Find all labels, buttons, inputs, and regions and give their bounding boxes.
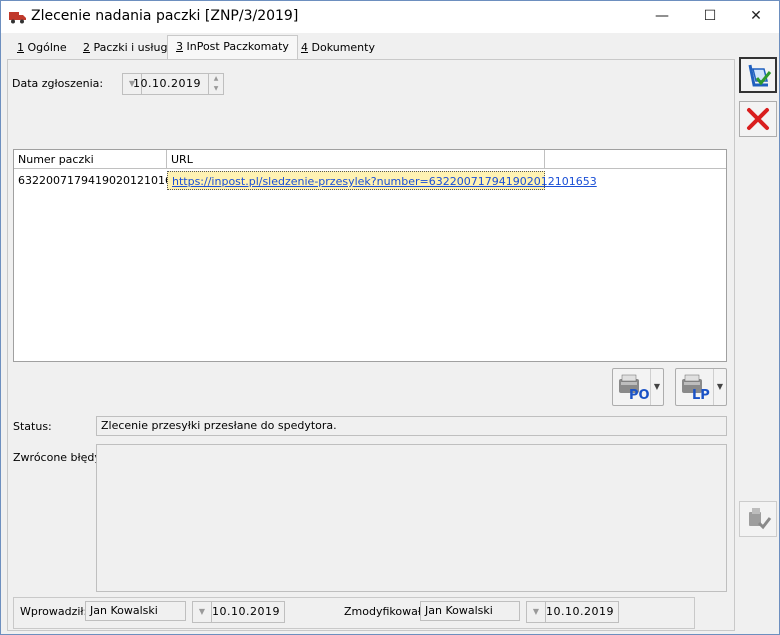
- entered-date-value: 10.10.2019: [212, 605, 280, 618]
- tab-label: Ogólne: [24, 41, 67, 54]
- errors-label: Zwrócone błędy:: [13, 451, 104, 464]
- tab-label: Dokumenty: [308, 41, 375, 54]
- errors-field[interactable]: [96, 444, 727, 592]
- minimize-button[interactable]: —: [639, 1, 685, 33]
- printer-po-icon: PO: [619, 374, 650, 401]
- save-check-icon: [748, 64, 772, 87]
- date-value: 10.10.2019: [133, 77, 201, 90]
- entered-label: Wprowadził:: [20, 605, 88, 618]
- tab-ogolne[interactable]: 1 Ogólne: [9, 37, 75, 58]
- column-header-url[interactable]: URL: [167, 150, 545, 169]
- packages-grid[interactable]: Numer paczki URL 63220071794190201210165…: [13, 149, 727, 362]
- tools-button[interactable]: [739, 501, 777, 537]
- dialog-window: Zlecenie nadania paczki [ZNP/3/2019] — ☐…: [0, 0, 780, 635]
- modified-date-value: 10.10.2019: [546, 605, 614, 618]
- printer-lp-icon: LP: [682, 374, 710, 401]
- url-link[interactable]: https://inpost.pl/sledzenie-przesylek?nu…: [172, 175, 597, 188]
- tab-dokumenty[interactable]: 4 Dokumenty: [293, 37, 383, 58]
- date-label: Data zgłoszenia:: [12, 77, 104, 90]
- cell-package-number[interactable]: 632200717941902012101653: [14, 171, 186, 190]
- maximize-button[interactable]: ☐: [687, 1, 733, 33]
- truck-icon: [9, 12, 26, 24]
- chevron-down-icon[interactable]: ▼: [713, 369, 726, 405]
- lp-label: LP: [692, 388, 710, 401]
- chevron-down-icon: ▼: [527, 602, 546, 622]
- red-x-icon: [747, 108, 769, 130]
- title-bar: Zlecenie nadania paczki [ZNP/3/2019] — ☐…: [1, 1, 779, 33]
- modified-user-field: Jan Kowalski: [420, 601, 520, 621]
- date-field[interactable]: ▼ 10.10.2019 ▲ ▼: [122, 73, 224, 95]
- tab-key: 4: [301, 41, 308, 54]
- po-print-button[interactable]: PO ▼: [612, 368, 664, 406]
- tab-key: 2: [83, 41, 90, 54]
- tab-inpost-paczkomaty[interactable]: 3 InPost Paczkomaty: [167, 35, 298, 60]
- tab-label: InPost Paczkomaty: [183, 40, 289, 53]
- modified-label: Zmodyfikował:: [344, 605, 425, 618]
- column-header-number[interactable]: Numer paczki: [14, 150, 167, 169]
- chevron-down-icon[interactable]: ▼: [650, 369, 663, 405]
- close-button[interactable]: ✕: [733, 1, 779, 33]
- tab-key: 1: [17, 41, 24, 54]
- cell-url[interactable]: https://inpost.pl/sledzenie-przesylek?nu…: [167, 171, 597, 190]
- lp-print-button[interactable]: LP ▼: [675, 368, 727, 406]
- tools-icon: [749, 508, 772, 530]
- window-title: Zlecenie nadania paczki [ZNP/3/2019]: [31, 8, 299, 24]
- spin-icon[interactable]: ▲ ▼: [208, 74, 223, 94]
- tab-key: 3: [176, 40, 183, 53]
- po-label: PO: [629, 388, 650, 401]
- status-label: Status:: [13, 420, 52, 433]
- tab-paczki-i-uslugi[interactable]: 2 Paczki i usługi: [75, 37, 179, 58]
- cancel-button[interactable]: [739, 101, 777, 137]
- chevron-down-icon: ▼: [193, 602, 212, 622]
- save-button[interactable]: [739, 57, 777, 93]
- entered-user-field: Jan Kowalski: [85, 601, 186, 621]
- entered-date-field: ▼ 10.10.2019: [192, 601, 285, 623]
- column-header-empty: [545, 150, 726, 169]
- status-field: Zlecenie przesyłki przesłane do spedytor…: [96, 416, 727, 436]
- tab-label: Paczki i usługi: [90, 41, 171, 54]
- modified-date-field: ▼ 10.10.2019: [526, 601, 619, 623]
